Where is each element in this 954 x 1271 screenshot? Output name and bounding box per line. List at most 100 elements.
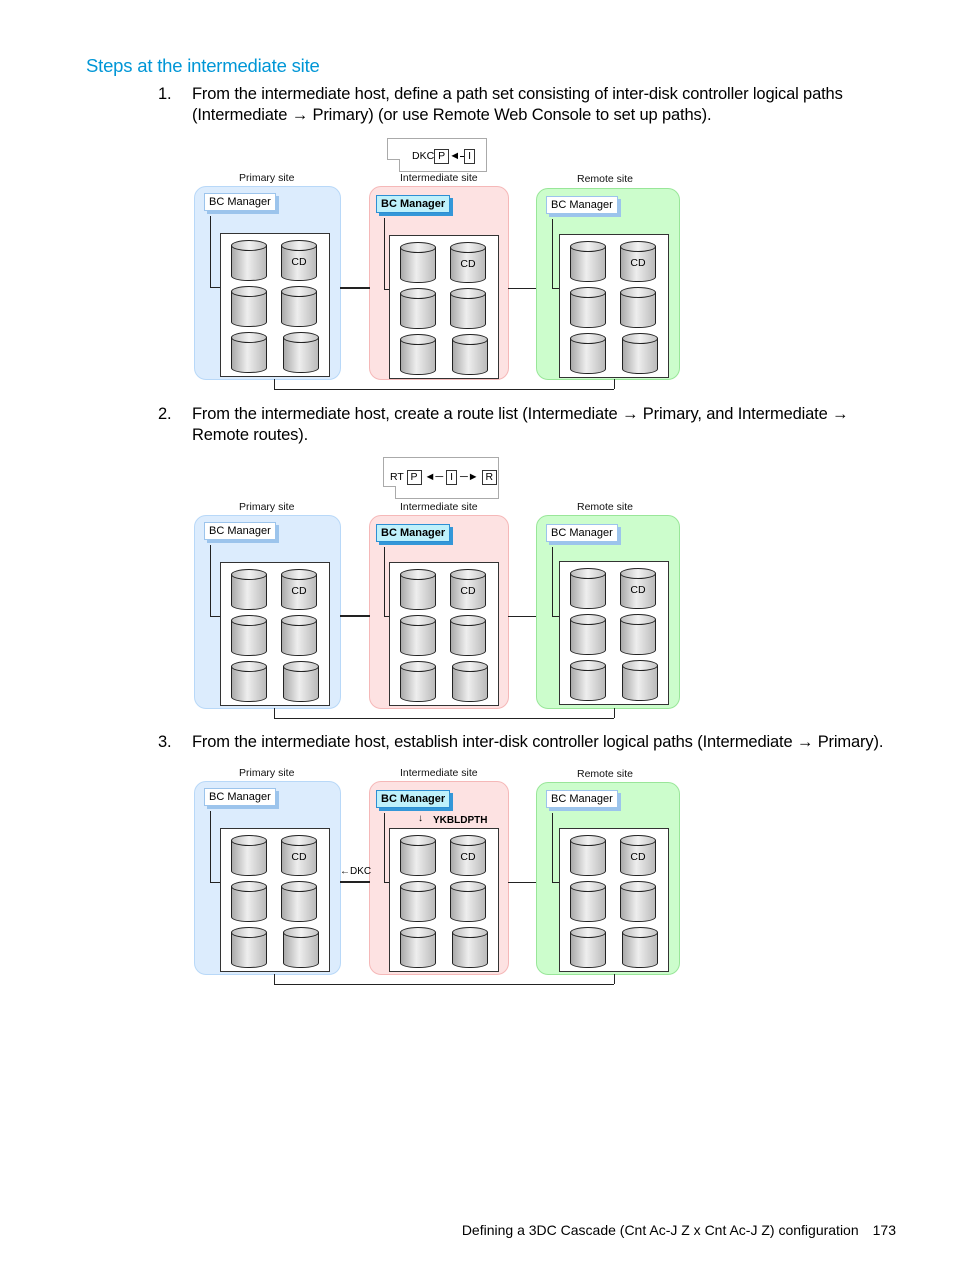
volume-cylinder (620, 881, 656, 923)
volume-cylinder (283, 332, 319, 374)
diagram-step-1: DKC P ◄ I Primary site Intermediate site Re… (190, 136, 690, 396)
footer-title: Defining a 3DC Cascade (Cnt Ac-J Z x Cnt… (461, 1222, 859, 1238)
p-box: P (434, 149, 450, 164)
cd-label: CD (291, 851, 307, 863)
bc-manager-remote: BC Manager (546, 196, 618, 214)
volume-cylinder (231, 661, 267, 703)
bc-manager-primary: BC Manager (204, 193, 276, 211)
volume-cylinder (400, 881, 436, 923)
volume-cylinder (281, 615, 317, 657)
volume-cylinder (283, 661, 319, 703)
arrow-right-icon: ─► (459, 471, 479, 484)
volume-cylinder (452, 927, 488, 969)
diagram-step-3: Primary site Intermediate site Remote si… (190, 765, 690, 1025)
step-text: From the intermediate host, define a pat… (192, 85, 843, 124)
cd-volume-cylinder: CD (450, 569, 486, 611)
volume-cylinder (231, 927, 267, 969)
storage-intermediate: CD (389, 562, 499, 706)
cd-label: CD (630, 257, 646, 269)
bc-manager-intermediate: BC Manager (376, 195, 451, 213)
primary-site-label: Primary site (239, 767, 295, 779)
volume-cylinder (400, 242, 436, 284)
volume-cylinder (231, 835, 267, 877)
diagram-step-2: RT P ◄─ I ─► R Primary site Intermediate… (190, 455, 690, 719)
cd-label: CD (460, 258, 476, 270)
volume-cylinder (231, 240, 267, 282)
cd-volume-cylinder: CD (450, 242, 486, 284)
p-cylinder: P (406, 470, 422, 485)
volume-cylinder (283, 927, 319, 969)
volume-cylinder (570, 660, 606, 702)
volume-cylinder (452, 661, 488, 703)
volume-cylinder (570, 835, 606, 877)
dkc-label: DKC (412, 150, 435, 162)
i-cylinder: I (446, 470, 458, 485)
volume-cylinder (231, 615, 267, 657)
volume-cylinder (400, 569, 436, 611)
cd-volume-cylinder: CD (281, 835, 317, 877)
remote-site-label: Remote site (577, 501, 634, 513)
volume-cylinder (400, 927, 436, 969)
down-arrow-icon: ↓ (418, 813, 423, 824)
volume-cylinder (570, 333, 606, 375)
volume-cylinder (231, 286, 267, 328)
i-box: I (464, 149, 475, 164)
intermediate-site-label: Intermediate site (400, 501, 478, 513)
page-number: 173 (872, 1222, 896, 1238)
volume-cylinder (570, 287, 606, 329)
bc-manager-intermediate: BC Manager (376, 524, 451, 542)
volume-cylinder (570, 568, 606, 610)
volume-cylinder (450, 288, 486, 330)
volume-cylinder (622, 927, 658, 969)
storage-remote: CD (559, 561, 669, 705)
bc-manager-intermediate: BC Manager (376, 790, 451, 808)
step-number: 1. (158, 85, 172, 103)
storage-primary: CD (220, 562, 330, 706)
volume-cylinder (400, 661, 436, 703)
cd-label: CD (630, 584, 646, 596)
volume-cylinder (452, 334, 488, 376)
arrow-left-icon: ◄─ (424, 471, 444, 484)
volume-cylinder (231, 569, 267, 611)
volume-cylinder (450, 615, 486, 657)
volume-cylinder (622, 660, 658, 702)
cd-volume-cylinder: CD (450, 835, 486, 877)
volume-cylinder (620, 614, 656, 656)
cd-label: CD (291, 256, 307, 268)
route-list-note: RT P ◄─ I ─► R (383, 457, 499, 499)
volume-cylinder (570, 881, 606, 923)
cd-label: CD (460, 851, 476, 863)
step-number: 2. (158, 405, 172, 423)
bc-manager-primary: BC Manager (204, 788, 276, 806)
volume-cylinder (620, 287, 656, 329)
rt-label: RT (390, 471, 404, 483)
bc-manager-remote: BC Manager (546, 524, 618, 542)
page-footer: Defining a 3DC Cascade (Cnt Ac-J Z x Cnt… (462, 1222, 896, 1238)
storage-remote: CD (559, 234, 669, 378)
volume-cylinder (400, 835, 436, 877)
volume-cylinder (622, 333, 658, 375)
step-text: From the intermediate host, establish in… (192, 733, 884, 751)
section-heading: Steps at the intermediate site (86, 55, 320, 76)
volume-cylinder (450, 881, 486, 923)
r-cylinder: R (481, 470, 498, 485)
storage-remote: CD (559, 828, 669, 972)
bc-manager-primary: BC Manager (204, 522, 276, 540)
volume-cylinder (400, 334, 436, 376)
dkc-note: DKC P ◄ I (387, 138, 487, 172)
storage-intermediate: CD (389, 828, 499, 972)
volume-cylinder (231, 881, 267, 923)
cd-volume-cylinder: CD (620, 241, 656, 283)
volume-cylinder (281, 881, 317, 923)
intermediate-site-label: Intermediate site (400, 172, 478, 184)
cd-volume-cylinder: CD (281, 569, 317, 611)
dkc-arrow-label: ←DKC (340, 866, 372, 877)
cd-volume-cylinder: CD (620, 835, 656, 877)
remote-site-label: Remote site (577, 768, 634, 780)
ykbldpth-command: YKBLDPTH (433, 815, 488, 826)
volume-cylinder (570, 927, 606, 969)
intermediate-site-label: Intermediate site (400, 767, 478, 779)
primary-site-label: Primary site (239, 172, 295, 184)
volume-cylinder (281, 286, 317, 328)
step-number: 3. (158, 733, 172, 751)
